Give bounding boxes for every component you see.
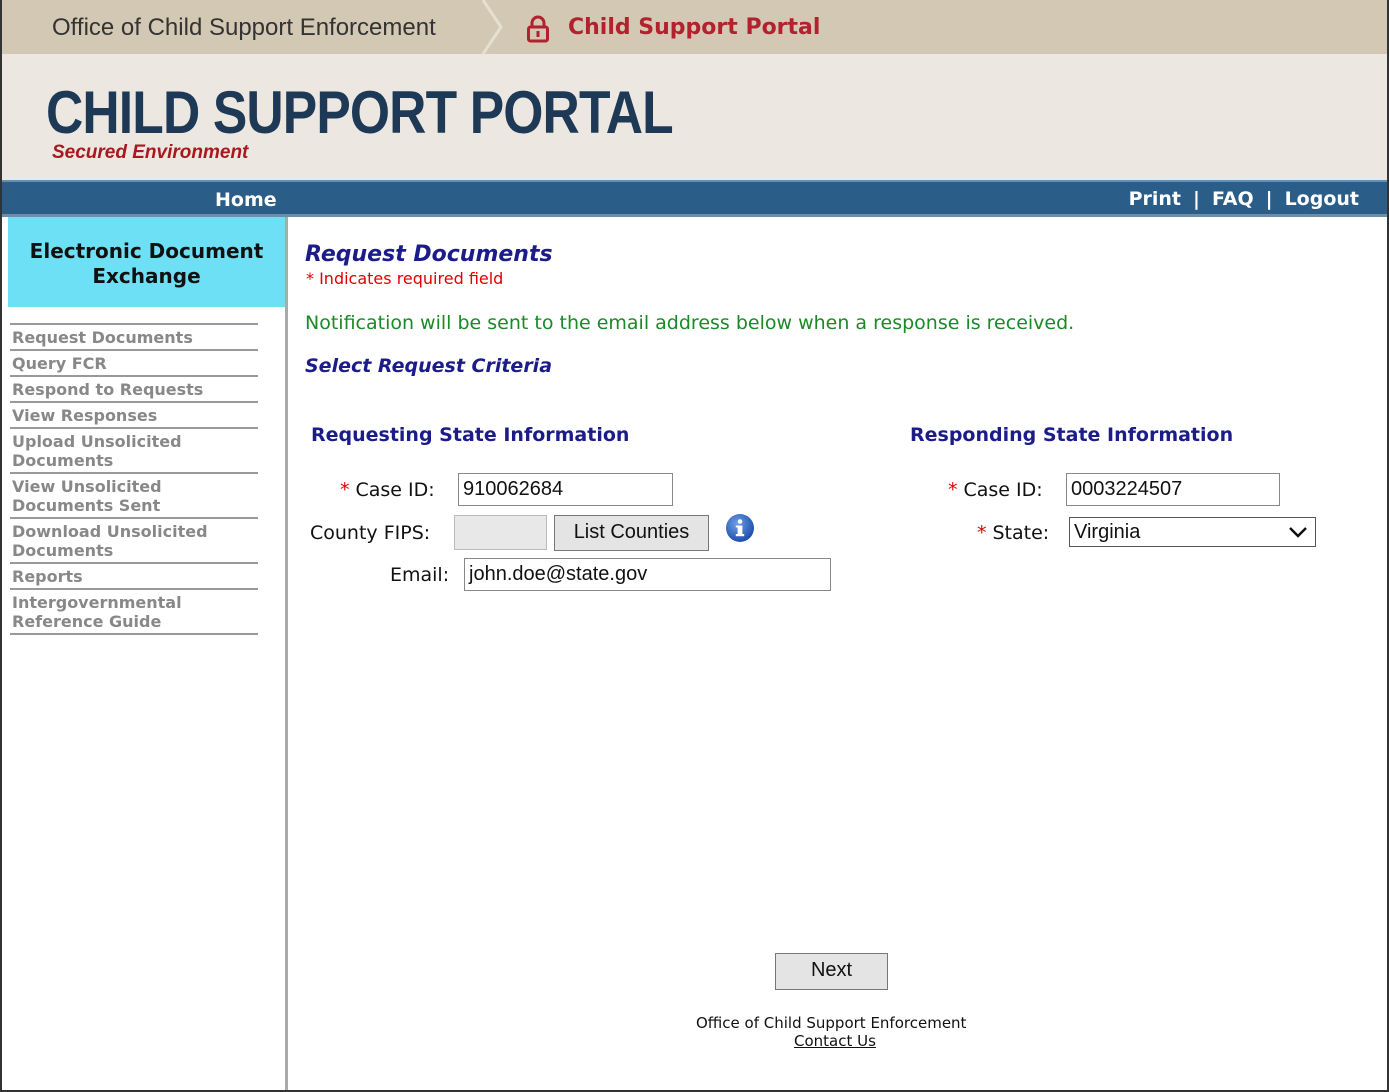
portal-breadcrumb: Child Support Portal bbox=[568, 15, 821, 40]
sidebar-heading-line: Electronic Document bbox=[29, 239, 264, 263]
nav-separator: | bbox=[1193, 188, 1200, 210]
sidebar-item-intergovernmental-reference-guide[interactable]: Intergovernmental Reference Guide bbox=[10, 590, 258, 635]
requesting-case-id-input[interactable]: 910062684 bbox=[458, 473, 673, 506]
state-label: * State: bbox=[977, 522, 1049, 544]
requesting-case-id-label-text: Case ID: bbox=[355, 479, 435, 501]
required-star: * bbox=[948, 479, 958, 501]
responding-case-id-label-text: Case ID: bbox=[963, 479, 1043, 501]
required-star: * bbox=[340, 479, 350, 501]
sidebar-item-view-unsolicited-documents-sent[interactable]: View Unsolicited Documents Sent bbox=[10, 474, 258, 519]
portal-banner: CHILD SUPPORT PORTAL Secured Environment bbox=[2, 54, 1387, 180]
state-select-value: Virginia bbox=[1074, 521, 1141, 543]
state-select[interactable]: Virginia bbox=[1069, 517, 1316, 547]
page-frame: Office of Child Support Enforcement Chil… bbox=[0, 0, 1389, 1092]
next-button[interactable]: Next bbox=[775, 953, 888, 990]
sidebar: Electronic Document Exchange Request Doc… bbox=[2, 217, 288, 1090]
requesting-state-heading: Requesting State Information bbox=[311, 424, 630, 446]
sidebar-item-view-responses[interactable]: View Responses bbox=[10, 403, 258, 429]
sidebar-item-upload-unsolicited-documents[interactable]: Upload Unsolicited Documents bbox=[10, 429, 258, 474]
utility-links: Print | FAQ | Logout bbox=[1129, 188, 1359, 210]
page-title: Request Documents bbox=[305, 242, 553, 267]
main-content: Request Documents * Indicates required f… bbox=[288, 217, 1387, 1090]
top-breadcrumb-bar: Office of Child Support Enforcement Chil… bbox=[2, 0, 1387, 54]
print-link[interactable]: Print bbox=[1129, 188, 1181, 210]
contact-us-link[interactable]: Contact Us bbox=[794, 1032, 876, 1050]
home-link[interactable]: Home bbox=[215, 189, 277, 211]
agency-link[interactable]: Office of Child Support Enforcement bbox=[52, 14, 436, 42]
responding-case-id-input[interactable]: 0003224507 bbox=[1066, 473, 1280, 506]
nav-separator: | bbox=[1265, 188, 1273, 210]
main-nav-bar: Home Print | FAQ | Logout bbox=[2, 180, 1387, 217]
sidebar-item-download-unsolicited-documents[interactable]: Download Unsolicited Documents bbox=[10, 519, 258, 564]
portal-subtitle: Secured Environment bbox=[52, 142, 249, 163]
requesting-case-id-label: * Case ID: bbox=[340, 479, 435, 501]
responding-state-heading: Responding State Information bbox=[910, 424, 1234, 446]
footer-agency: Office of Child Support Enforcement bbox=[696, 1014, 967, 1032]
chevron-down-icon bbox=[1289, 527, 1307, 538]
info-icon[interactable] bbox=[725, 513, 755, 543]
sidebar-heading-line: Exchange bbox=[92, 264, 201, 288]
required-field-note: * Indicates required field bbox=[306, 269, 504, 288]
sidebar-menu: Request Documents Query FCR Respond to R… bbox=[10, 323, 258, 635]
required-star: * bbox=[977, 522, 987, 544]
sidebar-heading: Electronic Document Exchange bbox=[8, 217, 285, 307]
breadcrumb-chevron-icon bbox=[481, 0, 503, 54]
logout-link[interactable]: Logout bbox=[1285, 188, 1359, 210]
sidebar-item-query-fcr[interactable]: Query FCR bbox=[10, 351, 258, 377]
email-input[interactable]: john.doe@state.gov bbox=[464, 558, 831, 591]
lock-icon bbox=[527, 15, 549, 43]
criteria-heading: Select Request Criteria bbox=[305, 355, 553, 377]
faq-link[interactable]: FAQ bbox=[1212, 188, 1254, 210]
list-counties-button[interactable]: List Counties bbox=[554, 515, 709, 551]
sidebar-item-reports[interactable]: Reports bbox=[10, 564, 258, 590]
county-fips-label: County FIPS: bbox=[310, 522, 431, 544]
sidebar-item-request-documents[interactable]: Request Documents bbox=[10, 325, 258, 351]
email-label: Email: bbox=[390, 564, 450, 586]
portal-title: CHILD SUPPORT PORTAL bbox=[46, 79, 674, 146]
notification-message: Notification will be sent to the email a… bbox=[305, 312, 1075, 334]
county-fips-input[interactable] bbox=[454, 515, 547, 550]
sidebar-item-respond-to-requests[interactable]: Respond to Requests bbox=[10, 377, 258, 403]
responding-case-id-label: * Case ID: bbox=[948, 479, 1043, 501]
state-label-text: State: bbox=[992, 522, 1050, 544]
